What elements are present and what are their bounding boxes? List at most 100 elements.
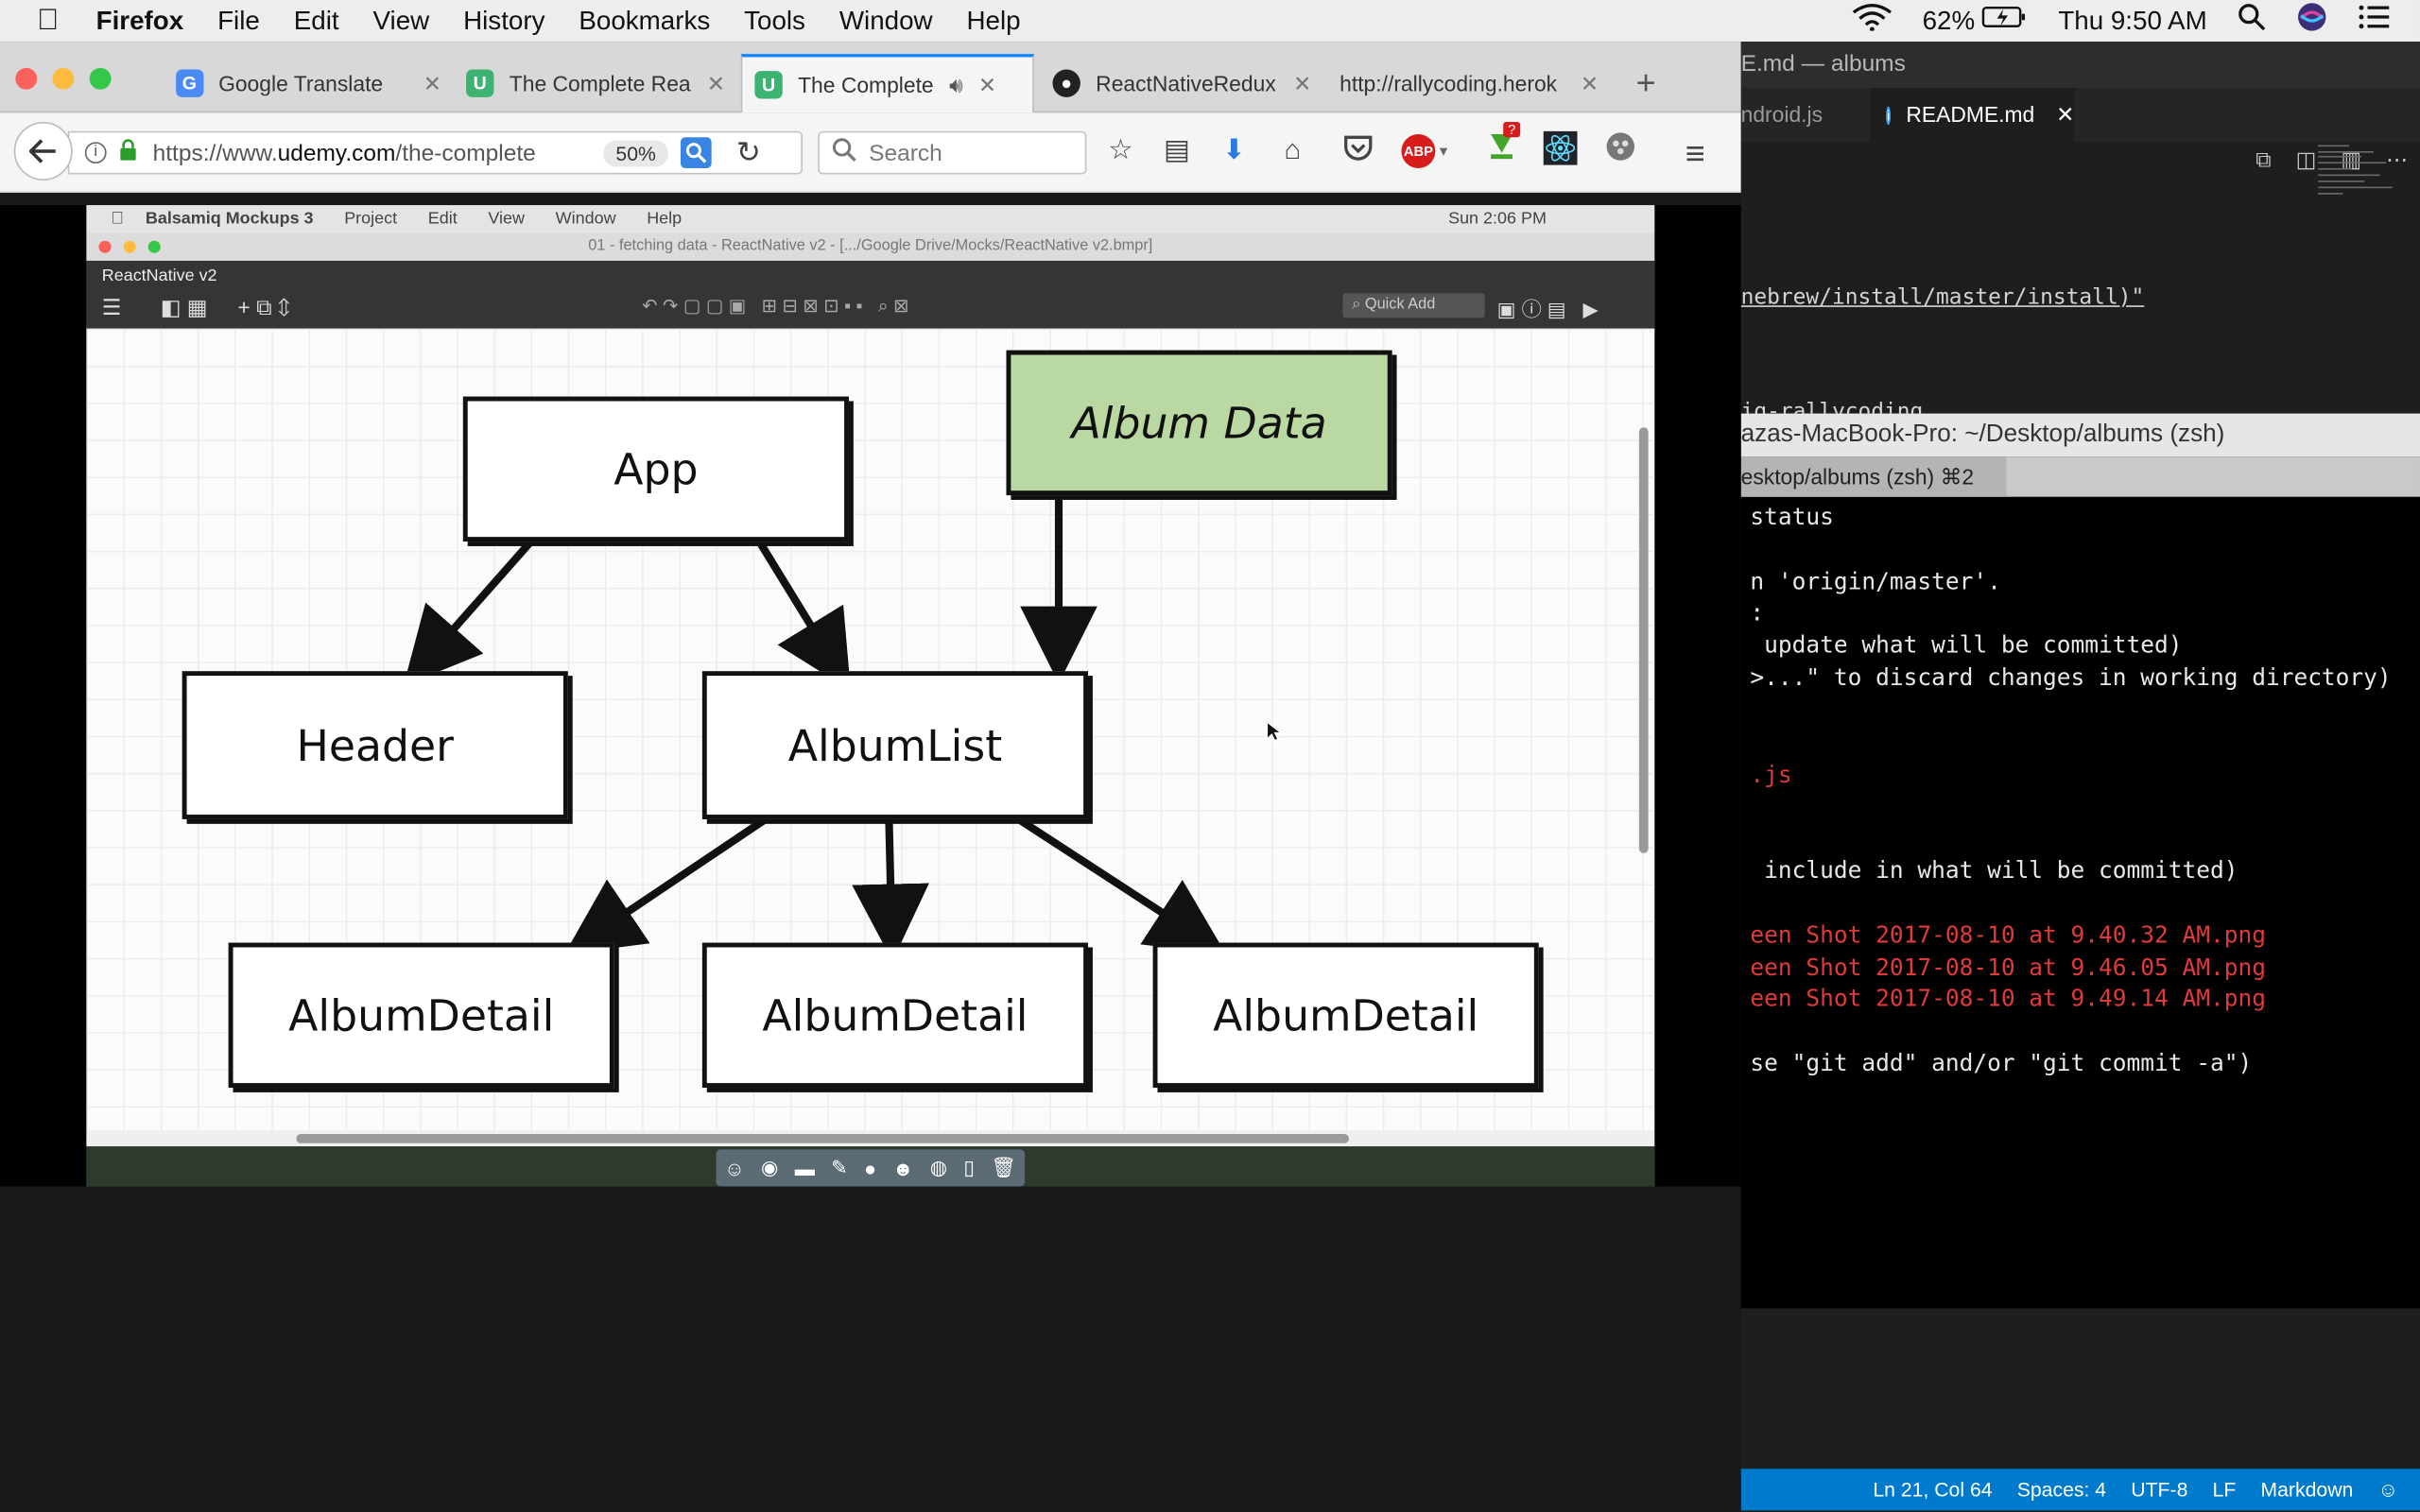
react-devtools-icon[interactable] [1543, 130, 1578, 173]
balsamiq-layout-icon: ◧ ▦ [160, 294, 208, 319]
menu-tools[interactable]: Tools [744, 6, 805, 37]
menu-file[interactable]: File [217, 6, 260, 37]
menu-help[interactable]: Help [966, 6, 1020, 37]
battery-percent: 62% [1922, 5, 1976, 35]
feedback-smiley-icon[interactable]: ☺ [2377, 1478, 2398, 1501]
terminal-title: azas-MacBook-Pro: ~/Desktop/albums (zsh) [1740, 413, 2420, 457]
menu-bookmarks[interactable]: Bookmarks [579, 6, 710, 37]
close-tab-icon[interactable]: ✕ [707, 70, 725, 96]
notification-center-icon[interactable] [2359, 5, 2390, 37]
apple-menu-icon[interactable]:  [37, 4, 59, 38]
minimap[interactable] [2315, 142, 2408, 203]
box-album-detail-2: AlbumDetail [701, 942, 1089, 1089]
bookmark-star-icon[interactable]: ☆ [1108, 134, 1132, 166]
notification-badge: ? [1503, 121, 1521, 138]
balsamiq-menubar:  Balsamiq Mockups 3 Project Edit View W… [86, 205, 1655, 233]
tab-readme-md[interactable]: i README.md ✕ [1870, 88, 2075, 143]
indentation[interactable]: Spaces: 4 [2017, 1478, 2106, 1501]
mouse-cursor-icon [1266, 720, 1284, 742]
video-player[interactable]:  Balsamiq Mockups 3 Project Edit View W… [0, 205, 1741, 1187]
menu-view: View [475, 210, 525, 229]
messages-icon: ● [864, 1156, 876, 1180]
app-menu[interactable]: Firefox [96, 6, 184, 37]
reload-icon[interactable]: ↻ [736, 135, 761, 171]
pocket-icon[interactable] [1342, 134, 1374, 170]
extension-icon[interactable] [1605, 131, 1636, 170]
open-changes-icon[interactable]: ⧉ [2256, 146, 2271, 173]
abp-label: ABP [1401, 134, 1436, 168]
menu-history[interactable]: History [463, 6, 544, 37]
balsamiq-window-title: 01 - fetching data - ReactNative v2 - [.… [86, 232, 1655, 261]
siri-icon[interactable] [2296, 2, 2327, 41]
menu-project: Project [331, 210, 397, 229]
search-bar[interactable]: Search [818, 130, 1087, 175]
menu-view[interactable]: View [373, 6, 430, 37]
horizontal-scrollbar [86, 1130, 1655, 1147]
tab-udemy-1[interactable]: U The Complete Rea ✕ [457, 54, 735, 112]
terminal-window[interactable]: azas-MacBook-Pro: ~/Desktop/albums (zsh)… [1740, 413, 2420, 1309]
menubar-clock[interactable]: Thu 9:50 AM [2058, 6, 2206, 37]
hamburger-menu-icon[interactable]: ≡ [1685, 134, 1705, 174]
tab-google-translate[interactable]: G Google Translate ✕ [170, 54, 448, 112]
tab-android-js[interactable]: ndroid.js [1741, 88, 1880, 142]
new-tab-button[interactable]: + [1636, 54, 1673, 112]
adblock-plus-icon[interactable]: ABP ▾ [1401, 131, 1447, 168]
close-tab-icon[interactable]: ✕ [1293, 70, 1311, 96]
menu-edit: Edit [415, 210, 458, 229]
download-helper-icon[interactable]: ? [1485, 121, 1521, 170]
spotlight-search-icon[interactable] [2238, 3, 2266, 39]
menu-edit[interactable]: Edit [294, 6, 339, 37]
menu-window[interactable]: Window [839, 6, 933, 37]
udemy-favicon-icon: U [754, 71, 783, 99]
terminal-line: se "git add" and/or "git commit -a") [1750, 1049, 2253, 1077]
home-icon[interactable]: ⌂ [1284, 134, 1301, 166]
balsamiq-add-icon: + ⧉ ⇕ [237, 294, 290, 319]
terminal-tab[interactable]: esktop/albums (zsh) ⌘2 [1740, 456, 2007, 497]
balsamiq-minimize-button [123, 240, 136, 253]
tab-github[interactable]: ● ReactNativeRedux ✕ [1044, 54, 1322, 112]
url-text[interactable]: https://www.udemy.com/the-complete [153, 140, 567, 166]
close-tab-icon[interactable]: ✕ [1581, 70, 1599, 96]
site-info-icon[interactable]: i [84, 142, 107, 164]
battery-icon[interactable] [1981, 5, 2028, 37]
wifi-icon[interactable] [1851, 3, 1892, 39]
search-icon [832, 137, 856, 168]
horizontal-scroll-thumb [296, 1133, 1349, 1143]
close-tab-icon[interactable]: ✕ [978, 72, 996, 98]
balsamiq-zoom-button [147, 240, 161, 253]
tab-title: The Complete [798, 72, 934, 97]
lock-icon [119, 139, 138, 166]
close-icon[interactable]: ✕ [2056, 88, 2074, 142]
minimize-window-button[interactable] [52, 67, 75, 90]
zoom-window-button[interactable] [89, 67, 112, 90]
url-bar[interactable]: i https://www.udemy.com/the-complete 50%… [67, 130, 803, 175]
close-tab-icon[interactable]: ✕ [424, 70, 441, 96]
open-preview-icon[interactable]: ◫ [2296, 146, 2317, 173]
tab-udemy-active[interactable]: U The Complete 🔊︎ ✕ [740, 54, 1034, 113]
zoom-indicator[interactable]: 50% [603, 139, 668, 166]
vscode-title: E.md — albums [1740, 42, 2420, 89]
language-mode[interactable]: Markdown [2260, 1478, 2353, 1501]
cursor-position[interactable]: Ln 21, Col 64 [1873, 1478, 1992, 1501]
dock-apps: ☺ ◉ ▬ ✎ ● ☻ ◍ ▯ 🗑︎ [716, 1149, 1026, 1187]
encoding[interactable]: UTF-8 [2131, 1478, 2187, 1501]
downloads-icon[interactable]: ⬇ [1222, 134, 1246, 166]
audio-playing-icon[interactable]: 🔊︎ [949, 72, 962, 98]
search-go-icon[interactable] [681, 137, 712, 168]
finder-icon: ☺ [724, 1156, 745, 1180]
bookmarks-menu-icon[interactable]: ▤ [1164, 134, 1190, 166]
macos-menubar:  Firefox File Edit View History Bookmar… [0, 0, 2420, 43]
vscode-statusbar: Ln 21, Col 64 Spaces: 4 UTF-8 LF Markdow… [1740, 1469, 2420, 1511]
tab-title: ReactNativeRedux [1096, 71, 1276, 96]
tab-title: The Complete Rea [509, 71, 691, 96]
tab-rallycoding[interactable]: http://rallycoding.herok ✕ [1330, 54, 1617, 112]
tab-label: README.md [1906, 101, 2035, 127]
box-album-data: Album Data [1006, 350, 1392, 496]
tab-title: http://rallycoding.herok [1340, 71, 1558, 96]
back-button[interactable] [13, 121, 73, 181]
vertical-scroll-thumb [1638, 427, 1649, 853]
quick-add-label: Quick Add [1364, 296, 1436, 314]
line-ending[interactable]: LF [2213, 1478, 2237, 1501]
close-window-button[interactable] [15, 67, 38, 90]
google-translate-favicon-icon: G [176, 69, 203, 97]
